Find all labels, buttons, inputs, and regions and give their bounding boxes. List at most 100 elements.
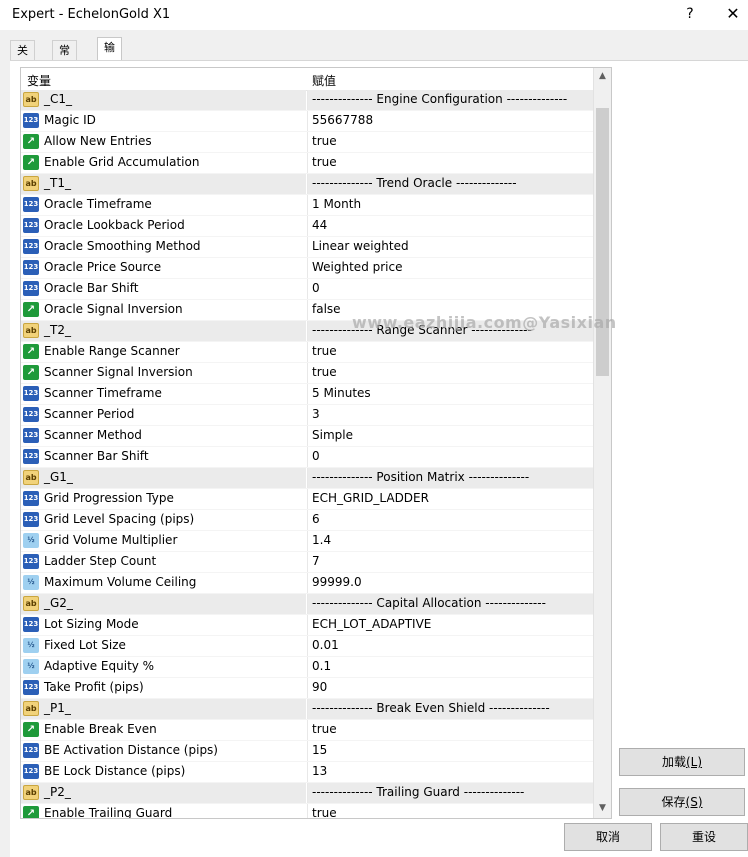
variable-cell[interactable]: ↗ Enable Break Even <box>21 720 306 740</box>
parameter-row[interactable]: 123 Oracle Smoothing Method Linear weighte… <box>21 237 593 258</box>
help-button[interactable]: ? <box>680 4 700 24</box>
variable-cell[interactable]: 123 Scanner Period <box>21 405 306 425</box>
parameter-row[interactable]: 123 BE Lock Distance (pips) 13 <box>21 762 593 783</box>
variable-cell[interactable]: ↗ Enable Range Scanner <box>21 342 306 362</box>
variable-cell[interactable]: ↗ Enable Trailing Guard <box>21 804 306 818</box>
variable-cell[interactable]: 123 Grid Level Spacing (pips) <box>21 510 306 530</box>
variable-cell[interactable]: 123 Scanner Method <box>21 426 306 446</box>
value-cell[interactable]: 99999.0 <box>307 573 594 593</box>
variable-cell[interactable]: 123 Magic ID <box>21 111 306 131</box>
value-cell[interactable]: true <box>307 153 594 173</box>
variable-cell[interactable]: 123 Lot Sizing Mode <box>21 615 306 635</box>
variable-cell[interactable]: ab _G1_ <box>21 468 306 488</box>
value-cell[interactable]: true <box>307 720 594 740</box>
save-button[interactable]: 保存(S) <box>619 788 745 816</box>
parameter-row[interactable]: ↗ Enable Trailing Guard true <box>21 804 594 818</box>
variable-cell[interactable]: 123 Scanner Bar Shift <box>21 447 306 467</box>
value-cell[interactable]: 7 <box>307 552 594 572</box>
value-cell[interactable]: Weighted price <box>307 258 594 278</box>
value-cell[interactable]: Simple <box>307 426 594 446</box>
parameter-row[interactable]: 123 Magic ID 55667788 <box>21 111 593 132</box>
variable-cell[interactable]: ab _T1_ <box>21 174 306 194</box>
parameter-row[interactable]: 123 Oracle Bar Shift 0 <box>21 279 593 300</box>
header-value[interactable]: 赋值 <box>312 72 336 89</box>
parameter-row[interactable]: 123 Oracle Price Source Weighted price <box>21 258 593 279</box>
value-cell[interactable]: 3 <box>307 405 594 425</box>
header-variable[interactable]: 变量 <box>27 72 51 89</box>
group-row[interactable]: ab _G2_ -------------- Capital Allocation … <box>21 594 594 615</box>
reset-button[interactable]: 重设 <box>660 823 748 851</box>
variable-cell[interactable]: ↗ Allow New Entries <box>21 132 306 152</box>
variable-cell[interactable]: 123 Take Profit (pips) <box>21 678 306 698</box>
variable-cell[interactable]: 123 Oracle Lookback Period <box>21 216 306 236</box>
value-cell[interactable]: true <box>307 363 594 383</box>
variable-cell[interactable]: ↗ Oracle Signal Inversion <box>21 300 306 320</box>
cancel-button[interactable]: 取消 <box>564 823 652 851</box>
variable-cell[interactable]: 123 Ladder Step Count <box>21 552 306 572</box>
parameter-row[interactable]: 123 Oracle Timeframe 1 Month <box>21 195 593 216</box>
value-cell[interactable]: 13 <box>307 762 594 782</box>
variable-cell[interactable]: ½ Maximum Volume Ceiling <box>21 573 306 593</box>
value-cell[interactable]: true <box>307 132 594 152</box>
parameter-row[interactable]: 123 Scanner Timeframe 5 Minutes <box>21 384 593 405</box>
group-row[interactable]: ab _T1_ -------------- Trend Oracle ------… <box>21 174 594 195</box>
variable-cell[interactable]: ab _T2_ <box>21 321 306 341</box>
value-cell[interactable]: true <box>307 804 594 818</box>
variable-cell[interactable]: ↗ Enable Grid Accumulation <box>21 153 306 173</box>
value-cell[interactable]: ECH_GRID_LADDER <box>307 489 594 509</box>
variable-cell[interactable]: 123 Grid Progression Type <box>21 489 306 509</box>
variable-cell[interactable]: 123 Oracle Timeframe <box>21 195 306 215</box>
value-cell[interactable]: -------------- Engine Configuration ----… <box>307 90 594 110</box>
value-cell[interactable]: 0.01 <box>307 636 594 656</box>
parameter-row[interactable]: 123 Scanner Period 3 <box>21 405 593 426</box>
group-row[interactable]: ab _G1_ -------------- Position Matrix ---… <box>21 468 594 489</box>
variable-cell[interactable]: 123 BE Lock Distance (pips) <box>21 762 306 782</box>
parameter-row[interactable]: ↗ Enable Break Even true <box>21 720 593 741</box>
parameter-row[interactable]: 123 Grid Progression Type ECH_GRID_LADDER <box>21 489 593 510</box>
tab-common[interactable]: 常用 <box>52 40 77 77</box>
parameter-row[interactable]: ½ Adaptive Equity % 0.1 <box>21 657 593 678</box>
variable-cell[interactable]: 123 Oracle Smoothing Method <box>21 237 306 257</box>
parameter-row[interactable]: ↗ Enable Range Scanner true <box>21 342 593 363</box>
variable-cell[interactable]: 123 Oracle Bar Shift <box>21 279 306 299</box>
value-cell[interactable]: true <box>307 342 594 362</box>
load-button[interactable]: 加载(L) <box>619 748 745 776</box>
scroll-up-icon[interactable]: ▲ <box>594 68 611 85</box>
value-cell[interactable]: 15 <box>307 741 594 761</box>
parameter-row[interactable]: ½ Fixed Lot Size 0.01 <box>21 636 593 657</box>
value-cell[interactable]: -------------- Trend Oracle ------------… <box>307 174 594 194</box>
tab-about[interactable]: 关于 <box>10 40 35 77</box>
variable-cell[interactable]: ab _P2_ <box>21 783 306 803</box>
value-cell[interactable]: -------------- Trailing Guard ----------… <box>307 783 594 803</box>
variable-cell[interactable]: ½ Fixed Lot Size <box>21 636 306 656</box>
variable-cell[interactable]: ab _C1_ <box>21 90 306 110</box>
variable-cell[interactable]: 123 Oracle Price Source <box>21 258 306 278</box>
scroll-thumb[interactable] <box>596 108 609 376</box>
scroll-down-icon[interactable]: ▼ <box>594 800 611 817</box>
value-cell[interactable]: -------------- Position Matrix ---------… <box>307 468 594 488</box>
parameter-row[interactable]: 123 Scanner Method Simple <box>21 426 593 447</box>
parameter-row[interactable]: 123 Oracle Lookback Period 44 <box>21 216 593 237</box>
variable-cell[interactable]: 123 BE Activation Distance (pips) <box>21 741 306 761</box>
parameter-row[interactable]: 123 Ladder Step Count 7 <box>21 552 593 573</box>
vertical-scrollbar[interactable]: ▲ ▼ <box>593 68 611 818</box>
variable-cell[interactable]: 123 Scanner Timeframe <box>21 384 306 404</box>
value-cell[interactable]: -------------- Break Even Shield -------… <box>307 699 594 719</box>
parameter-row[interactable]: ↗ Scanner Signal Inversion true <box>21 363 593 384</box>
value-cell[interactable]: 0 <box>307 279 594 299</box>
parameter-row[interactable]: 123 BE Activation Distance (pips) 15 <box>21 741 593 762</box>
value-cell[interactable]: 5 Minutes <box>307 384 594 404</box>
value-cell[interactable]: 1.4 <box>307 531 594 551</box>
variable-cell[interactable]: ↗ Scanner Signal Inversion <box>21 363 306 383</box>
variable-cell[interactable]: ½ Grid Volume Multiplier <box>21 531 306 551</box>
variable-cell[interactable]: ab _P1_ <box>21 699 306 719</box>
group-row[interactable]: ab _C1_ -------------- Engine Configuratio… <box>21 90 594 111</box>
parameter-row[interactable]: 123 Grid Level Spacing (pips) 6 <box>21 510 593 531</box>
parameter-row[interactable]: ½ Maximum Volume Ceiling 99999.0 <box>21 573 593 594</box>
variable-cell[interactable]: ½ Adaptive Equity % <box>21 657 306 677</box>
parameter-row[interactable]: 123 Lot Sizing Mode ECH_LOT_ADAPTIVE <box>21 615 593 636</box>
value-cell[interactable]: -------------- Capital Allocation ------… <box>307 594 594 614</box>
parameter-row[interactable]: ↗ Enable Grid Accumulation true <box>21 153 593 174</box>
variable-cell[interactable]: ab _G2_ <box>21 594 306 614</box>
parameter-row[interactable]: ↗ Allow New Entries true <box>21 132 593 153</box>
